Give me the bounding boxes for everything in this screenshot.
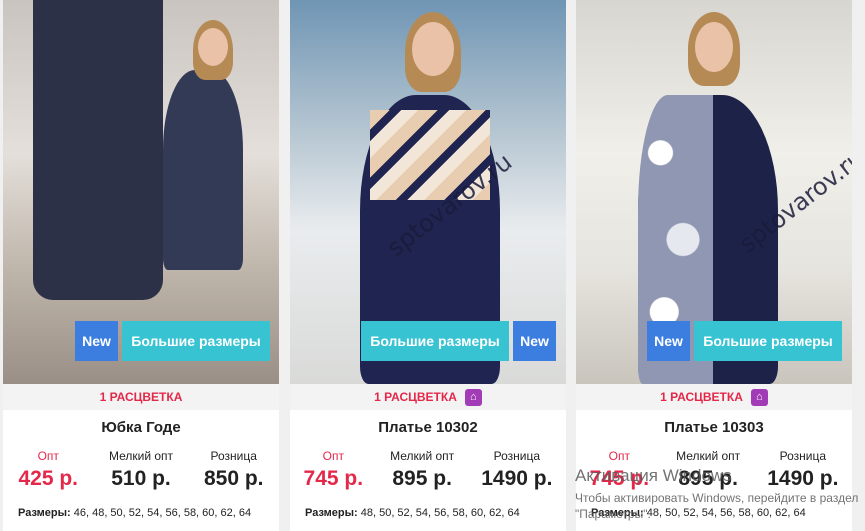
- price-wholesale: Опт 425 р.: [18, 449, 79, 490]
- product-title[interactable]: Юбка Годе: [3, 419, 279, 436]
- color-count: 1 РАСЦВЕТКА: [374, 390, 457, 404]
- skirt-closeup: [33, 0, 163, 300]
- color-count-bar[interactable]: 1 РАСЦВЕТКА ⌂: [576, 384, 852, 410]
- model-figure: [163, 70, 243, 270]
- product-card[interactable]: sptovarov.ru Большие размеры New 1 РАСЦВ…: [290, 0, 566, 531]
- product-card[interactable]: New Большие размеры 1 РАСЦВЕТКА Юбка Год…: [3, 0, 279, 531]
- price-retail: Розница 1490 р.: [481, 449, 553, 490]
- price-small-wholesale: Мелкий опт 895 р.: [390, 449, 455, 490]
- new-badge: New: [75, 321, 118, 361]
- sizes-list: Размеры: 46, 48, 50, 52, 54, 56, 58, 60,…: [18, 507, 252, 519]
- product-photo[interactable]: sptovarov.ru Большие размеры New: [290, 0, 566, 384]
- sizes-list: Размеры: 48, 50, 52, 54, 56, 58, 60, 62,…: [305, 507, 520, 519]
- big-sizes-badge: Большие размеры: [122, 321, 270, 361]
- price-row: Опт 745 р. Мелкий опт 895 р. Розница 149…: [290, 449, 566, 491]
- product-photo[interactable]: sptovarov.ru New Большие размеры: [576, 0, 852, 384]
- product-card[interactable]: sptovarov.ru New Большие размеры 1 РАСЦВ…: [576, 0, 852, 531]
- big-sizes-badge: Большие размеры: [361, 321, 509, 361]
- product-title[interactable]: Платье 10302: [290, 419, 566, 436]
- price-row: Опт 425 р. Мелкий опт 510 р. Розница 850…: [3, 449, 279, 491]
- product-photo[interactable]: New Большие размеры: [3, 0, 279, 384]
- color-count-bar[interactable]: 1 РАСЦВЕТКА ⌂: [290, 384, 566, 410]
- color-count: 1 РАСЦВЕТКА: [660, 390, 743, 404]
- activation-title: Активация Windows: [575, 466, 732, 485]
- new-badge: New: [647, 321, 690, 361]
- hanger-icon[interactable]: ⌂: [750, 388, 768, 406]
- price-small-wholesale: Мелкий опт 510 р.: [108, 449, 174, 490]
- color-count-bar[interactable]: 1 РАСЦВЕТКА: [3, 384, 279, 410]
- color-count: 1 РАСЦВЕТКА: [99, 390, 183, 404]
- price-retail: Розница 850 р.: [203, 449, 264, 490]
- activation-text: Чтобы активировать Windows, перейдите в …: [575, 491, 859, 521]
- big-sizes-badge: Большие размеры: [694, 321, 842, 361]
- new-badge: New: [513, 321, 556, 361]
- windows-activation-watermark: Активация Windows Чтобы активировать Win…: [575, 466, 865, 522]
- price-wholesale: Опт 745 р.: [303, 449, 364, 490]
- hanger-icon[interactable]: ⌂: [464, 388, 482, 406]
- product-title[interactable]: Платье 10303: [576, 419, 852, 436]
